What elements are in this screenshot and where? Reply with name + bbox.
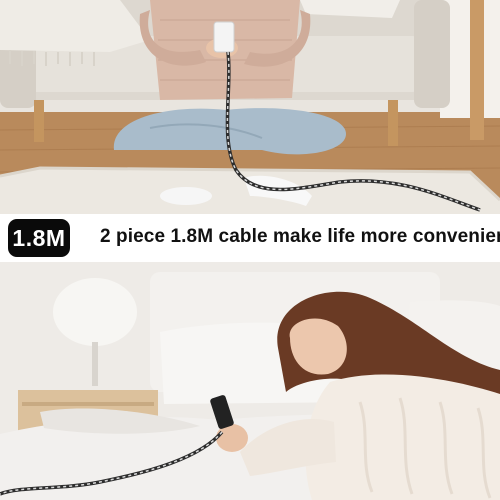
product-headline: 2 piece 1.8M cable make life more conven… (100, 226, 500, 247)
cable-length-badge: 1.8M (8, 219, 70, 257)
cable-length-text: 1.8M (12, 224, 66, 251)
top-photo-woman-on-rug (0, 0, 500, 214)
caption-band: 1.8M 2 piece 1.8M cable make life more c… (0, 214, 500, 262)
bottom-photo-woman-in-bed (0, 262, 500, 500)
